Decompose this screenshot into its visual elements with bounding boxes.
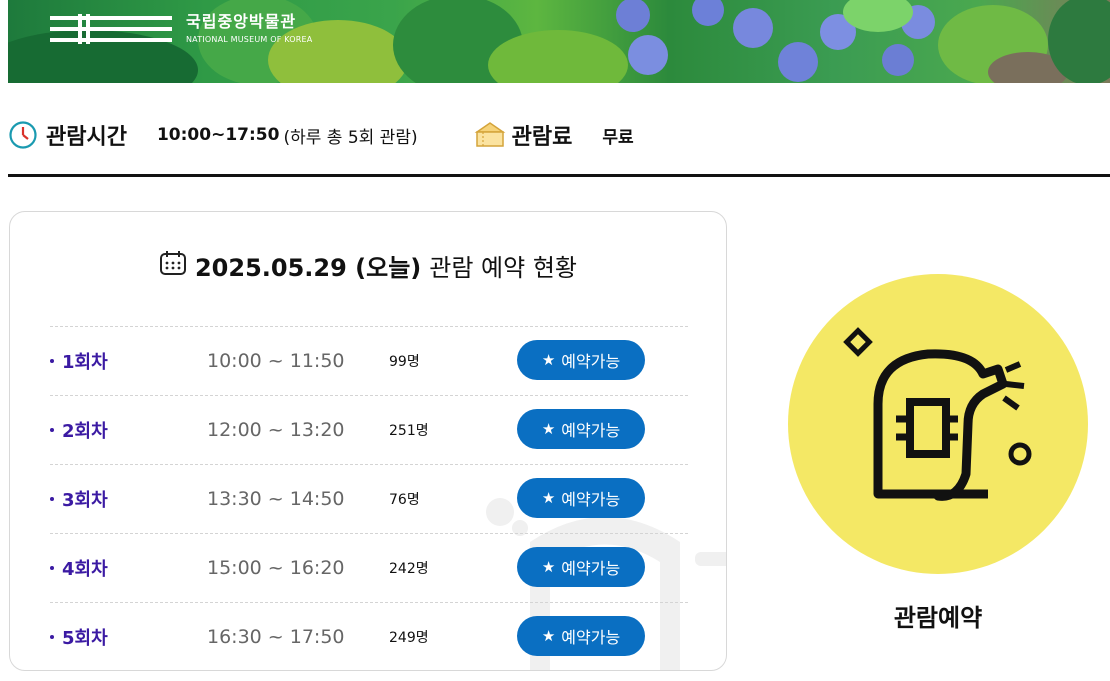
reserve-button-2[interactable]: ★ 예약가능 (517, 409, 645, 449)
clock-icon (8, 120, 38, 150)
reservation-status-panel: 2025.05.29 (오늘) 관람 예약 현황 1회차 10:00 ~ 11:… (9, 211, 727, 671)
museum-name-korean: 국립중앙박물관 (186, 12, 297, 31)
reserve-button-1[interactable]: ★ 예약가능 (517, 340, 645, 380)
session-count: 99명 (389, 354, 420, 370)
session-count: 76명 (389, 492, 420, 508)
visit-reservation-link[interactable] (788, 274, 1088, 574)
star-icon: ★ (541, 626, 556, 645)
status-title-text: 관람 예약 현황 (429, 254, 578, 282)
session-label: 3회차 (50, 486, 108, 512)
session-count: 242명 (389, 561, 429, 577)
session-time: 13:30 ~ 14:50 (207, 488, 345, 510)
status-date: 2025.05.29 (오늘) (194, 254, 422, 282)
fee-group: 관람료 무료 (474, 119, 634, 151)
calendar-icon (159, 250, 187, 282)
session-time: 12:00 ~ 13:20 (207, 419, 345, 441)
visit-info-bar: 관람시간 10:00~17:50 (하루 총 5회 관람) 관람료 무료 (8, 100, 1110, 170)
museum-logo[interactable]: 국립중앙박물관 NATIONAL MUSEUM OF KOREA (50, 14, 312, 44)
reserve-button-4[interactable]: ★ 예약가능 (517, 547, 645, 587)
hours-value: 10:00~17:50 (156, 125, 280, 145)
fee-value: 무료 (602, 127, 634, 148)
reserve-button-3[interactable]: ★ 예약가능 (517, 478, 645, 518)
session-row-2: 2회차 12:00 ~ 13:20 251명 ★ 예약가능 (50, 395, 688, 464)
session-count: 251명 (389, 423, 429, 439)
museum-logo-mark-icon (50, 14, 172, 44)
status-title: 2025.05.29 (오늘) 관람 예약 현황 (10, 248, 726, 283)
session-row-5: 5회차 16:30 ~ 17:50 249명 ★ 예약가능 (50, 602, 688, 670)
session-label: 2회차 (50, 417, 108, 443)
session-label: 1회차 (50, 348, 108, 374)
visit-reservation-label[interactable]: 관람예약 (788, 598, 1088, 633)
session-count: 249명 (389, 630, 429, 646)
session-list: 1회차 10:00 ~ 11:50 99명 ★ 예약가능 2회차 12:00 ~ … (50, 326, 688, 670)
star-icon: ★ (541, 350, 556, 369)
session-label: 5회차 (50, 624, 108, 650)
hours-label: 관람시간 (46, 125, 127, 150)
session-row-3: 3회차 13:30 ~ 14:50 76명 ★ 예약가능 (50, 464, 688, 533)
session-label: 4회차 (50, 555, 108, 581)
ticket-icon (474, 120, 505, 150)
museum-name-english: NATIONAL MUSEUM OF KOREA (186, 35, 313, 44)
session-row-4: 4회차 15:00 ~ 16:20 242명 ★ 예약가능 (50, 533, 688, 602)
session-time: 10:00 ~ 11:50 (207, 350, 345, 372)
star-icon: ★ (541, 557, 556, 576)
header-banner: 국립중앙박물관 NATIONAL MUSEUM OF KOREA (8, 0, 1110, 83)
reserve-button-5[interactable]: ★ 예약가능 (517, 616, 645, 656)
fee-label: 관람료 (511, 125, 573, 150)
shouting-character-icon (843, 327, 1032, 501)
section-divider (8, 174, 1110, 177)
session-time: 15:00 ~ 16:20 (207, 557, 345, 579)
hours-note: (하루 총 5회 관람) (283, 127, 418, 148)
star-icon: ★ (541, 419, 556, 438)
session-time: 16:30 ~ 17:50 (207, 626, 345, 648)
star-icon: ★ (541, 488, 556, 507)
session-row-1: 1회차 10:00 ~ 11:50 99명 ★ 예약가능 (50, 326, 688, 395)
